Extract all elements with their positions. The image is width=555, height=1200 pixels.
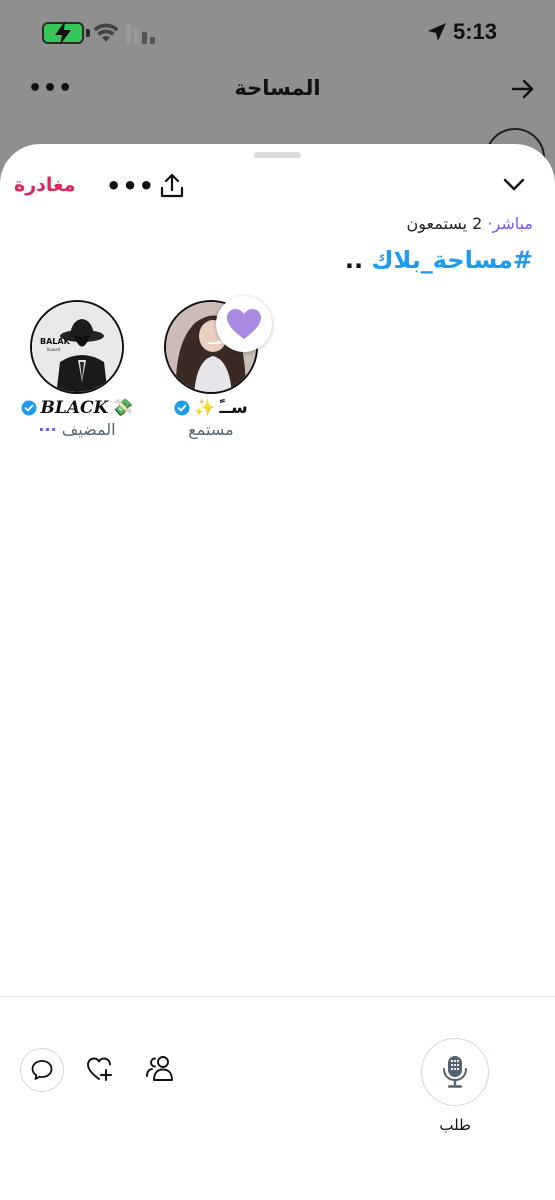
space-sheet: مغادرة ••• مباشر· 2 يستمعون #مساحة_بلاك … bbox=[0, 144, 555, 1200]
status-bar: 5:13 bbox=[0, 0, 555, 66]
host-avatar-logo-text: BALAK bbox=[40, 337, 71, 346]
participant-listener[interactable]: ســ ✨ ســً مستمع bbox=[146, 296, 276, 439]
heart-icon bbox=[227, 309, 261, 339]
host-role-label: المضيف bbox=[61, 420, 116, 439]
wifi-icon bbox=[93, 23, 119, 42]
sparkles-emoji-icon: ✨ bbox=[194, 398, 216, 418]
charging-bolt-icon bbox=[55, 21, 71, 45]
reaction-heart-badge bbox=[216, 296, 272, 352]
verified-badge-icon bbox=[174, 400, 190, 416]
request-to-speak-button[interactable] bbox=[421, 1038, 489, 1106]
microphone-icon bbox=[443, 1056, 467, 1088]
chevron-down-icon[interactable] bbox=[503, 178, 525, 192]
host-avatar-logo-subtext: Kuwait bbox=[47, 347, 61, 352]
speaking-indicator-icon: ··· bbox=[38, 420, 57, 439]
money-emoji-icon: 💸 bbox=[112, 398, 134, 418]
verified-badge-icon bbox=[21, 400, 36, 416]
more-options-icon[interactable]: ••• bbox=[106, 172, 155, 200]
people-icon[interactable] bbox=[145, 1054, 175, 1082]
space-meta: مباشر· 2 يستمعون bbox=[407, 214, 534, 233]
cellular-signal-icon bbox=[126, 24, 155, 44]
comment-bubble-icon bbox=[31, 1060, 53, 1080]
listener-name-row: ✨ ســً bbox=[146, 398, 276, 418]
bottom-divider bbox=[0, 996, 555, 997]
host-name: BLACK bbox=[40, 398, 109, 418]
host-name-row: BLACK 💸 bbox=[12, 398, 142, 418]
share-icon[interactable] bbox=[158, 172, 186, 200]
space-title-suffix: .. bbox=[344, 246, 372, 274]
leave-button[interactable]: مغادرة bbox=[14, 174, 76, 196]
comment-button[interactable] bbox=[20, 1048, 64, 1092]
sheet-grabber[interactable] bbox=[254, 152, 301, 158]
status-time: 5:13 bbox=[452, 19, 497, 44]
listener-name: ســً bbox=[219, 398, 248, 418]
listener-count: 2 يستمعون bbox=[406, 214, 488, 233]
live-label: مباشر· bbox=[487, 214, 533, 233]
battery-tip bbox=[86, 29, 90, 37]
host-role: ··· المضيف bbox=[12, 420, 142, 439]
space-title: #مساحة_بلاك .. bbox=[345, 246, 533, 274]
background-title: المساحة bbox=[234, 76, 321, 100]
screen: 5:13 ••• المساحة مغادرة ••• مباشر· 2 يست… bbox=[0, 0, 555, 1200]
background-header: ••• المساحة bbox=[0, 66, 555, 112]
host-avatar: BALAK Kuwait bbox=[30, 300, 124, 394]
back-arrow-icon[interactable] bbox=[511, 78, 535, 100]
participant-host[interactable]: BALAK Kuwait BLACK 💸 ··· المضيف bbox=[12, 300, 142, 439]
add-reaction-heart-icon[interactable] bbox=[86, 1056, 114, 1082]
request-label: طلب bbox=[439, 1116, 471, 1134]
listener-role: مستمع bbox=[188, 420, 234, 439]
space-hashtag[interactable]: #مساحة_بلاك bbox=[372, 246, 533, 274]
location-arrow-icon bbox=[428, 23, 446, 41]
